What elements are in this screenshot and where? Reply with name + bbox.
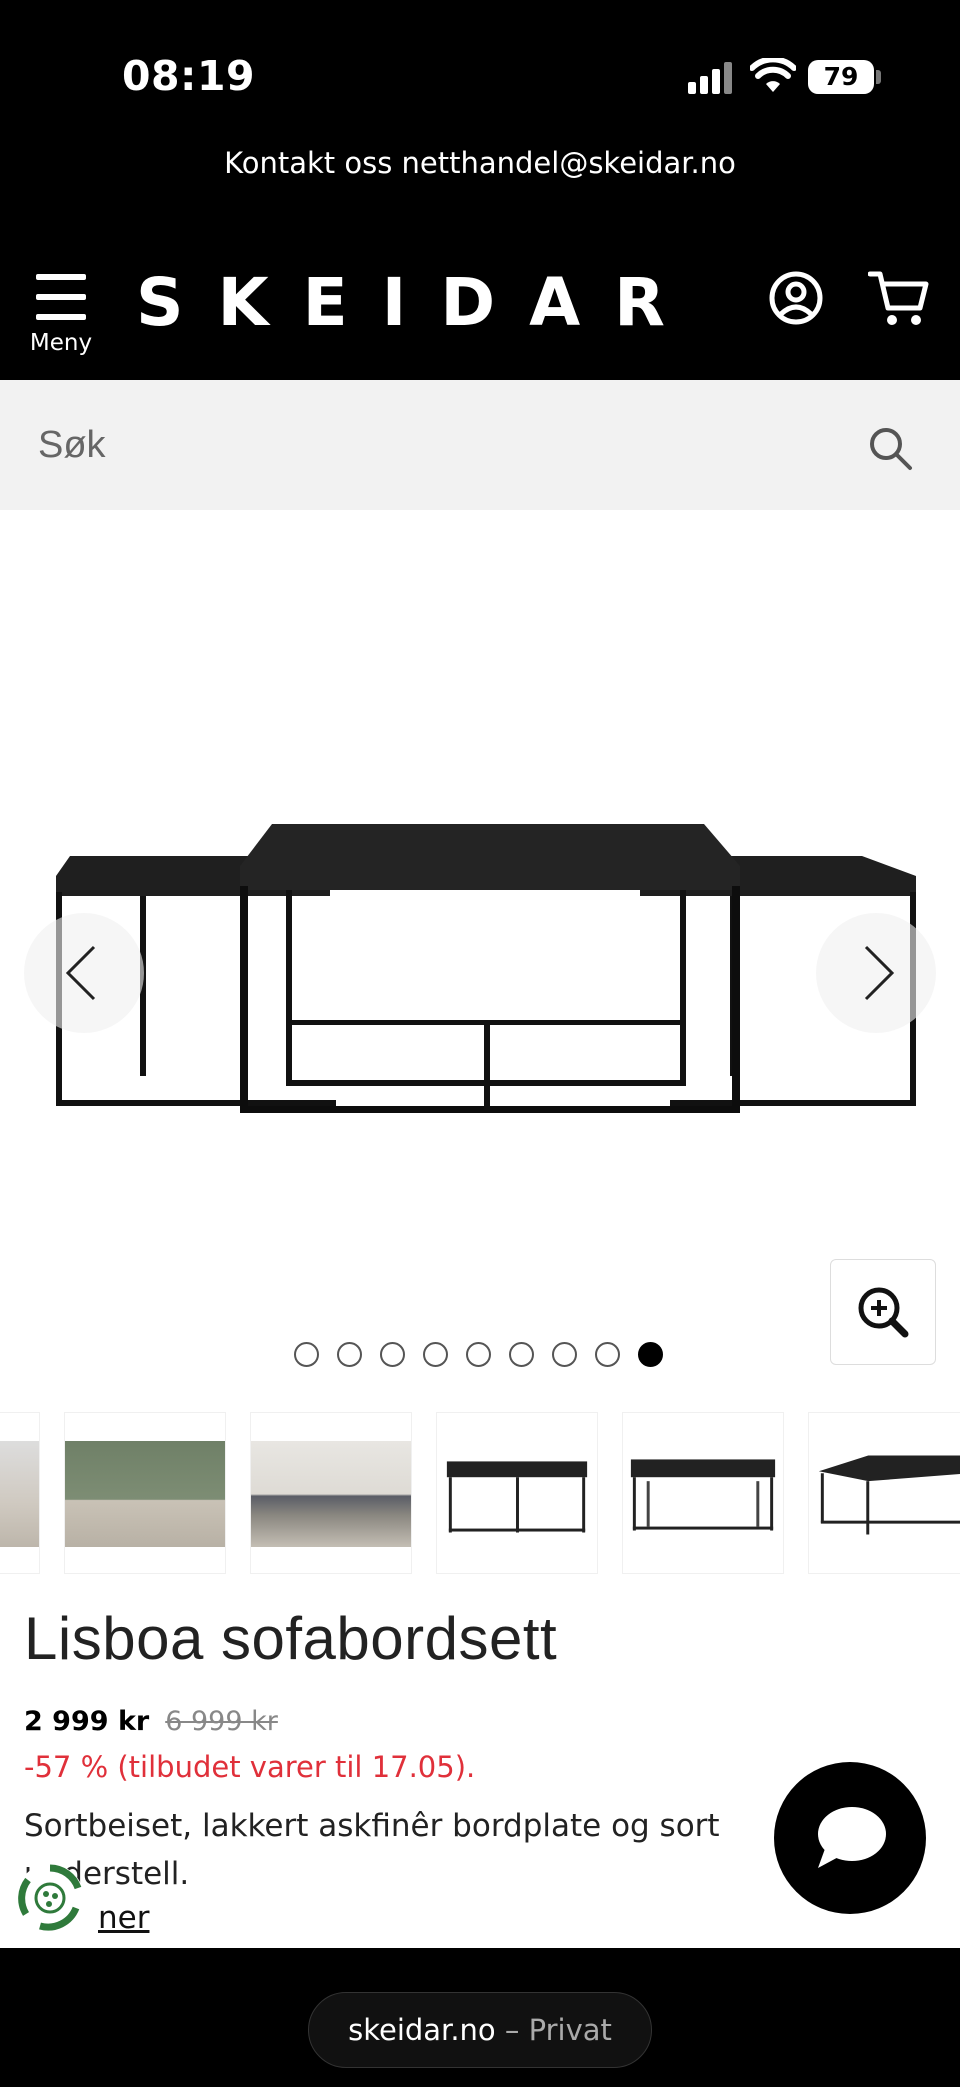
account-icon[interactable] <box>768 270 824 326</box>
zoom-button[interactable] <box>830 1259 936 1365</box>
thumbnail[interactable] <box>64 1412 226 1574</box>
search-bar <box>0 380 960 510</box>
thumbnail[interactable] <box>436 1412 598 1574</box>
pagination-dot[interactable] <box>380 1342 405 1367</box>
status-bar: 08:19 79 <box>0 0 960 130</box>
contact-text[interactable]: Kontakt oss netthandel@skeidar.no <box>0 146 960 180</box>
thumbnail-table-image <box>446 1461 588 1533</box>
thumbnail-table-image <box>630 1459 776 1531</box>
pagination-dot[interactable] <box>552 1342 577 1367</box>
search-icon[interactable] <box>866 424 914 472</box>
pagination-dot[interactable] <box>423 1342 448 1367</box>
thumbnail-strip <box>0 1410 960 1576</box>
chat-button[interactable] <box>774 1762 926 1914</box>
discount-text: -57 % (tilbudet varer til 17.05). <box>24 1750 476 1784</box>
battery-cap <box>876 70 881 84</box>
pagination-dot[interactable] <box>337 1342 362 1367</box>
cart-icon[interactable] <box>868 268 930 328</box>
thumbnail[interactable] <box>250 1412 412 1574</box>
cellular-signal-icon <box>688 62 734 94</box>
product-description: Sortbeiset, lakkert askfinêr bordplate o… <box>24 1808 720 1892</box>
product-title: Lisboa sofabordsett <box>24 1605 558 1672</box>
battery-icon: 79 <box>808 60 874 94</box>
current-price: 2 999 kr <box>24 1706 150 1737</box>
more-link[interactable]: ner <box>98 1900 149 1936</box>
gallery-pagination <box>294 1342 674 1368</box>
price-row: 2 999 kr 6 999 kr <box>24 1706 278 1737</box>
zoom-in-icon <box>858 1287 909 1338</box>
product-image <box>56 824 916 1113</box>
search-input[interactable] <box>0 380 860 510</box>
site-header: Meny SKEIDAR <box>0 240 960 380</box>
battery-level: 79 <box>823 62 859 91</box>
thumbnail[interactable] <box>0 1412 40 1574</box>
menu-button[interactable]: Meny <box>24 266 98 366</box>
url-domain: skeidar.no <box>348 2013 496 2047</box>
private-mode-label: Privat <box>528 2013 612 2047</box>
address-bar[interactable]: skeidar.no – Privat <box>308 1992 652 2068</box>
chevron-left-icon <box>65 945 96 1001</box>
pagination-dot[interactable] <box>294 1342 319 1367</box>
chat-bubble-icon <box>818 1807 886 1868</box>
thumbnail[interactable] <box>622 1412 784 1574</box>
pagination-dot-active[interactable] <box>638 1342 663 1367</box>
pagination-dot[interactable] <box>466 1342 491 1367</box>
pagination-dot[interactable] <box>595 1342 620 1367</box>
status-time: 08:19 <box>122 52 256 100</box>
next-image-button[interactable] <box>816 913 936 1033</box>
old-price: 6 999 kr <box>165 1706 278 1737</box>
wifi-icon <box>750 58 796 92</box>
product-gallery[interactable] <box>0 510 960 1410</box>
hamburger-icon <box>36 274 86 320</box>
previous-image-button[interactable] <box>24 913 144 1033</box>
menu-label: Meny <box>29 330 93 356</box>
sustainability-badge-icon[interactable] <box>14 1862 86 1934</box>
browser-toolbar: skeidar.no – Privat <box>0 1948 960 2087</box>
thumbnail[interactable] <box>808 1412 960 1574</box>
chevron-right-icon <box>864 945 895 1001</box>
url-separator: – <box>504 2013 520 2047</box>
site-logo[interactable]: SKEIDAR <box>136 264 699 341</box>
thumbnail-table-image <box>818 1455 960 1535</box>
pagination-dot[interactable] <box>509 1342 534 1367</box>
